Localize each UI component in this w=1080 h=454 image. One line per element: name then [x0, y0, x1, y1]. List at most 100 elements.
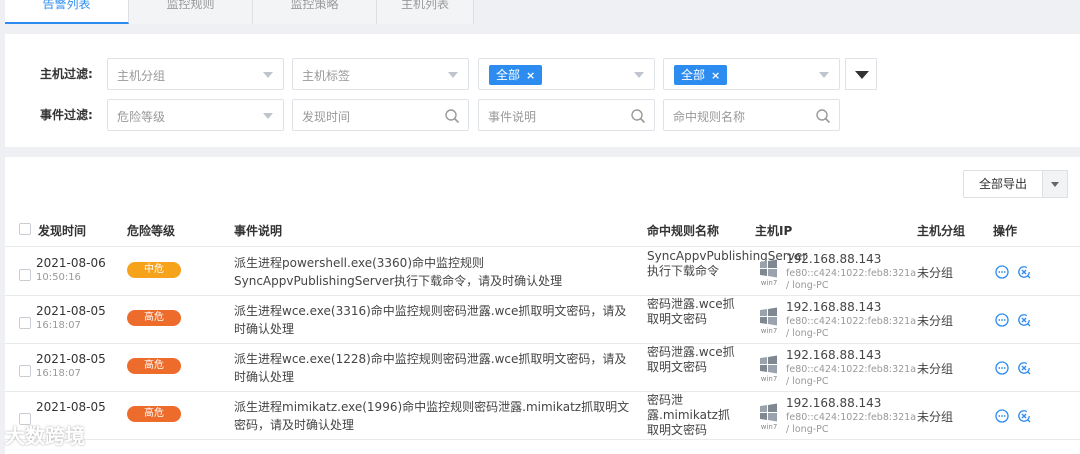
row-description: 派生进程wce.exe(1228)命中监控规则密码泄露.wce抓取明文密码，请及… [234, 352, 627, 384]
col-discover-time[interactable]: 发现时间 [38, 222, 86, 239]
windows-icon: win7 [760, 307, 778, 334]
col-event-desc: 事件说明 [234, 224, 283, 238]
export-options-button[interactable] [1042, 170, 1068, 198]
row-ip: 192.168.88.143 [786, 396, 882, 410]
row-checkbox[interactable] [19, 269, 31, 281]
row-ipv6-host: fe80::c424:1022:feb8:321a / long-PC [786, 412, 917, 435]
windows-icon: win7 [760, 259, 778, 286]
col-host-group: 主机分组 [917, 224, 966, 238]
svg-text:win7: win7 [761, 327, 778, 334]
row-checkbox[interactable] [19, 365, 31, 377]
risk-level-select[interactable]: 危险等级 [107, 99, 284, 131]
event-desc-input[interactable]: 事件说明 [478, 99, 655, 131]
ignore-alert-icon[interactable] [1017, 265, 1031, 279]
row-rule-name: 密码泄露.mimikatz抓取明文密码 [647, 393, 730, 437]
chevron-down-icon [448, 72, 458, 78]
more-details-icon[interactable] [995, 409, 1009, 423]
multi-select-2[interactable]: 全部 × [663, 58, 840, 90]
event-filter-label: 事件过滤: [40, 108, 93, 122]
row-date: 2021-08-05 [36, 352, 106, 366]
risk-badge: 高危 [127, 406, 181, 422]
row-description: 派生进程wce.exe(3316)命中监控规则密码泄露.wce抓取明文密码，请及… [234, 304, 627, 336]
table-row: 2021-08-05 16:18:07 高危 派生进程wce.exe(1228)… [5, 344, 1080, 392]
more-details-icon[interactable] [995, 265, 1009, 279]
windows-icon: win7 [760, 403, 778, 430]
row-ip: 192.168.88.143 [786, 348, 882, 362]
chevron-down-icon [819, 72, 829, 78]
rule-name-input[interactable]: 命中规则名称 [663, 99, 840, 131]
more-details-icon[interactable] [995, 361, 1009, 375]
row-time: 10:50:16 [36, 272, 81, 283]
table-row: 2021-08-06 10:50:16 中危 派生进程powershell.ex… [5, 248, 1080, 296]
chevron-down-icon [263, 72, 273, 78]
col-rule-name: 命中规则名称 [647, 224, 720, 238]
svg-text:win7: win7 [761, 423, 778, 430]
more-filters-button[interactable] [845, 58, 877, 90]
caret-down-icon [1051, 182, 1059, 187]
risk-level-placeholder: 危险等级 [117, 110, 166, 124]
risk-badge: 中危 [127, 262, 181, 278]
alert-list-panel: 全部导出 发现时间 危险等级 事件说明 命中规则名称 主机IP 主机分组 操作 … [5, 157, 1080, 454]
ignore-alert-icon[interactable] [1017, 313, 1031, 327]
col-host-ip: 主机IP [755, 224, 793, 238]
row-rule-name: 密码泄露.wce抓取明文密码 [647, 297, 735, 326]
host-group-select[interactable]: 主机分组 [107, 58, 284, 90]
host-tag-placeholder: 主机标签 [302, 69, 351, 83]
svg-text:win7: win7 [761, 279, 778, 286]
row-time: 16:18:07 [36, 368, 81, 379]
row-date: 2021-08-05 [36, 304, 106, 318]
chip-label: 全部 [681, 68, 706, 82]
row-ipv6-host: fe80::c424:1022:feb8:321a / long-PC [786, 364, 917, 387]
row-host-group: 未分组 [917, 410, 954, 424]
chip-all-2: 全部 × [674, 65, 728, 85]
more-details-icon[interactable] [995, 313, 1009, 327]
host-filter-label: 主机过滤: [40, 67, 93, 81]
tab-alert-list[interactable]: 告警列表 [5, 0, 129, 24]
col-risk-level[interactable]: 危险等级 [127, 222, 175, 239]
host-tag-select[interactable]: 主机标签 [292, 58, 469, 90]
chip-all-1: 全部 × [489, 65, 543, 85]
row-description: 派生进程powershell.exe(3360)命中监控规则SyncAppvPu… [234, 256, 563, 288]
ignore-alert-icon[interactable] [1017, 361, 1031, 375]
row-host-group: 未分组 [917, 362, 954, 376]
rule-name-placeholder: 命中规则名称 [673, 110, 746, 124]
chevron-down-icon [263, 113, 273, 119]
row-time: 16:18:07 [36, 320, 81, 331]
chevron-down-icon [634, 72, 644, 78]
row-host-group: 未分组 [917, 314, 954, 328]
multi-select-1[interactable]: 全部 × [478, 58, 655, 90]
discover-time-placeholder: 发现时间 [302, 110, 351, 124]
close-icon[interactable]: × [711, 69, 720, 82]
table-header: 发现时间 危险等级 事件说明 命中规则名称 主机IP 主机分组 操作 [5, 211, 1080, 247]
export-all-button[interactable]: 全部导出 [963, 170, 1043, 198]
ignore-alert-icon[interactable] [1017, 409, 1031, 423]
tab-monitor-rules[interactable]: 监控规则 [129, 0, 253, 24]
risk-badge: 高危 [127, 358, 181, 374]
search-icon [445, 109, 460, 124]
row-checkbox[interactable] [19, 317, 31, 329]
risk-badge: 高危 [127, 310, 181, 326]
filter-panel: 主机过滤: 事件过滤: 主机分组 主机标签 全部 × 全部 × 危险等级 发现时间 … [5, 34, 1080, 147]
row-rule-name: 密码泄露.wce抓取明文密码 [647, 345, 735, 374]
caret-down-icon [855, 71, 869, 79]
event-desc-placeholder: 事件说明 [488, 110, 537, 124]
chip-label: 全部 [496, 68, 521, 82]
row-ip: 192.168.88.143 [786, 252, 882, 266]
host-group-placeholder: 主机分组 [117, 69, 166, 83]
tab-bar: 告警列表 监控规则 监控策略 主机列表 [0, 0, 1080, 24]
tab-monitor-policies[interactable]: 监控策略 [253, 0, 377, 24]
watermark-text: 大数跨境 [5, 424, 85, 448]
svg-text:win7: win7 [761, 375, 778, 382]
row-date: 2021-08-05 [36, 400, 106, 414]
table-row: 2021-08-05 高危 派生进程mimikatz.exe(1996)命中监控… [5, 392, 1080, 440]
row-date: 2021-08-06 [36, 256, 106, 270]
discover-time-input[interactable]: 发现时间 [292, 99, 469, 131]
row-host-group: 未分组 [917, 266, 954, 280]
close-icon[interactable]: × [526, 69, 535, 82]
tab-host-list[interactable]: 主机列表 [377, 0, 474, 24]
row-ipv6-host: fe80::c424:1022:feb8:321a / long-PC [786, 268, 917, 291]
col-actions: 操作 [993, 224, 1018, 238]
select-all-checkbox[interactable] [19, 223, 31, 235]
table-row: 2021-08-05 16:18:07 高危 派生进程wce.exe(3316)… [5, 296, 1080, 344]
search-icon [816, 109, 831, 124]
